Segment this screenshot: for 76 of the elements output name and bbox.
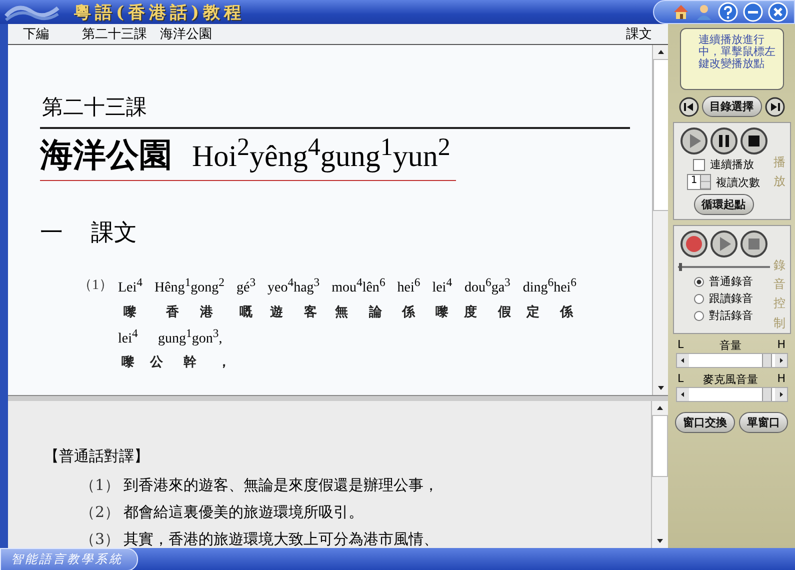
scroll-left-icon[interactable] bbox=[676, 388, 688, 401]
panel-label: 錄音控制 bbox=[774, 257, 786, 332]
sentence-number: （3） bbox=[80, 530, 120, 548]
radio-button[interactable] bbox=[694, 310, 704, 320]
high-label: H bbox=[777, 338, 786, 353]
recording-progress-handle[interactable] bbox=[679, 263, 682, 271]
stop-button-icon[interactable] bbox=[740, 230, 768, 258]
translation-heading: 【普通話對譯】 bbox=[44, 447, 150, 466]
volume-label: 下編 bbox=[23, 26, 49, 43]
lesson-title-romanization: Hoi$^{2}$yêng$^{4}$gung$^{1}$yun$^{2}$ bbox=[192, 134, 450, 174]
tip-message: 連續播放進行中，單擊鼠標左鍵改變播放點 bbox=[680, 28, 784, 90]
scrollbar[interactable] bbox=[651, 401, 668, 548]
chinese-text: 係 bbox=[402, 302, 436, 321]
translation-text: 其實，香港的旅遊環境大致上可分為港市風情、 bbox=[124, 530, 439, 548]
loop-start-button[interactable]: 循環起點 bbox=[694, 194, 754, 215]
romanization-text: ding$^{6}$hei$^{6}$ bbox=[522, 276, 576, 297]
chinese-text: 嚟 bbox=[124, 302, 158, 321]
romanization-text: dou$^{6}$ga$^{3}$ bbox=[464, 276, 510, 297]
lesson-label: 第二十三課 海洋公園 bbox=[82, 26, 212, 43]
record-button-icon[interactable] bbox=[680, 230, 708, 258]
repeat-count-label: 複讀次數 bbox=[716, 174, 760, 190]
radio-button[interactable] bbox=[694, 276, 704, 286]
scroll-right-icon[interactable] bbox=[774, 388, 786, 401]
low-label: L bbox=[678, 372, 684, 387]
sentence-number: （1） bbox=[80, 476, 120, 494]
help-icon[interactable] bbox=[718, 2, 738, 22]
sentence-number: （1） bbox=[78, 277, 114, 295]
slider-label: 麥克風音量 bbox=[702, 372, 758, 387]
window-title: 粵語(香港話)教程 bbox=[74, 2, 246, 24]
romanization-text: lei$^{4}$ bbox=[118, 326, 138, 348]
translation-text: 到香港來的遊客、無論是來度假還是辦理公事， bbox=[124, 476, 439, 494]
heading-number: 一 bbox=[40, 219, 63, 248]
window-button[interactable]: 窗口交換 bbox=[675, 412, 735, 433]
chat-person-icon[interactable] bbox=[695, 3, 713, 21]
window-button[interactable]: 單窗口 bbox=[739, 412, 788, 433]
section-label: 課文 bbox=[626, 26, 652, 43]
romanization-text: mou$^{4}$lên$^{6}$ bbox=[332, 276, 386, 297]
high-label: H bbox=[777, 372, 786, 387]
chinese-text: 香港 bbox=[166, 302, 234, 321]
section-heading: 課文 bbox=[91, 219, 137, 248]
romanization-text: gung$^{1}$gon$^{3}$, bbox=[158, 326, 222, 348]
skip-back-icon[interactable] bbox=[678, 96, 698, 116]
close-icon[interactable] bbox=[768, 2, 788, 22]
panel-label: 播放 bbox=[774, 154, 786, 190]
pause-button-icon[interactable] bbox=[710, 127, 738, 155]
repeat-count-spinner[interactable]: 1 bbox=[686, 174, 712, 190]
continuous-play-checkbox[interactable] bbox=[693, 158, 705, 170]
skip-forward-icon[interactable] bbox=[764, 96, 784, 116]
slider-label: 音量 bbox=[719, 338, 742, 353]
romanization-text: gé$^{3}$ bbox=[236, 276, 256, 297]
romanization-text: yeo$^{4}$hag$^{3}$ bbox=[268, 276, 320, 297]
home-icon[interactable] bbox=[672, 3, 690, 21]
slider-handle[interactable] bbox=[762, 354, 772, 367]
scroll-left-icon[interactable] bbox=[676, 354, 688, 367]
slider-handle[interactable] bbox=[762, 388, 772, 401]
romanization-text: hei$^{6}$ bbox=[397, 276, 420, 297]
low-label: L bbox=[678, 338, 684, 353]
stop-button-icon[interactable] bbox=[740, 127, 768, 155]
menu-select-button[interactable]: 目錄選擇 bbox=[702, 96, 762, 117]
radio-label: 跟讀錄音 bbox=[709, 291, 753, 306]
sentence-number: （2） bbox=[80, 503, 120, 521]
scroll-right-icon[interactable] bbox=[774, 354, 786, 367]
checkbox-label: 連續播放 bbox=[710, 157, 754, 172]
romanization-text: Lei$^{4}$ bbox=[118, 276, 142, 297]
scrollbar[interactable] bbox=[652, 45, 669, 395]
radio-button[interactable] bbox=[694, 294, 704, 304]
lesson-number: 第二十三課 bbox=[40, 93, 630, 129]
romanization-text: lei$^{4}$ bbox=[432, 276, 452, 297]
minimize-icon[interactable] bbox=[743, 2, 763, 22]
radio-label: 普通錄音 bbox=[709, 274, 753, 289]
lesson-title: 海洋公園 bbox=[40, 134, 172, 176]
play-button-icon[interactable] bbox=[710, 230, 738, 258]
radio-label: 對話錄音 bbox=[709, 308, 753, 323]
romanization-text: Hêng$^{1}$gong$^{2}$ bbox=[154, 276, 224, 297]
translation-text: 都會給這裏優美的旅遊環境所吸引。 bbox=[124, 503, 364, 521]
play-button-icon[interactable] bbox=[680, 127, 708, 155]
